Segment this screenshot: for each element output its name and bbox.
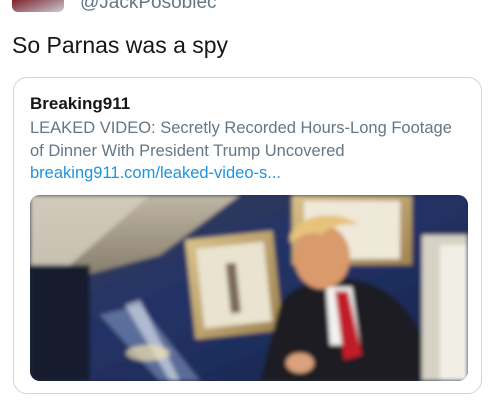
link-card[interactable]: Breaking911 LEAKED VIDEO: Secretly Recor… (13, 77, 482, 394)
card-description: LEAKED VIDEO: Secretly Recorded Hours-Lo… (30, 119, 452, 160)
tweet-text: So Parnas was a spy (12, 32, 229, 58)
card-thumbnail-image[interactable] (30, 195, 468, 381)
video-still-image (30, 195, 468, 381)
user-handle[interactable]: @JackPosobiec (80, 0, 217, 14)
card-link[interactable]: breaking911.com/leaked-video-s... (30, 162, 281, 185)
card-site-name: Breaking911 (30, 94, 131, 113)
avatar[interactable] (12, 0, 64, 12)
